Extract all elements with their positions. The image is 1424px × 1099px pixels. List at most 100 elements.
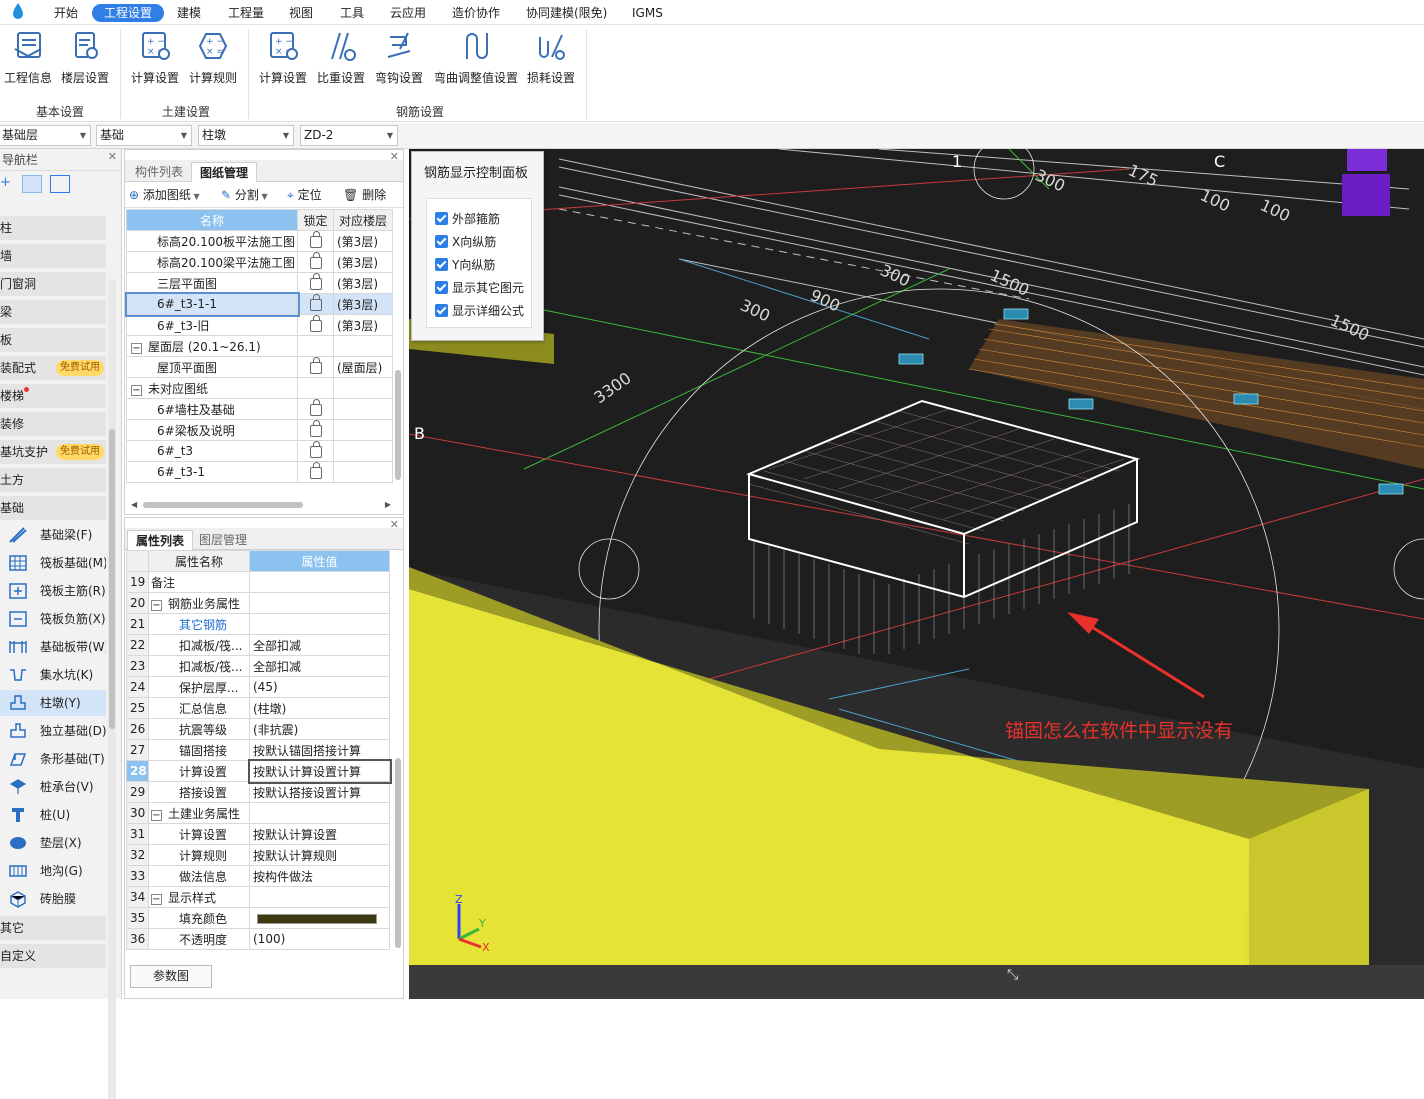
table-row[interactable]: 25汇总信息(柱墩) [127,698,390,719]
table-row[interactable]: 6#_t3-1-1(第3层) [127,294,393,315]
nav-item-foundation-strip[interactable]: 基础板带(W) [0,634,106,660]
table-row[interactable]: 32计算规则按默认计算规则 [127,845,390,866]
table-row[interactable]: 35填充颜色 [127,908,390,929]
nav-cat-beam[interactable]: 梁 [0,300,106,324]
table-row[interactable]: 6#_t3 [127,441,393,462]
lock-cell[interactable] [298,441,334,462]
table-row[interactable]: 34−显示样式 [127,887,390,908]
component-selector[interactable]: ZD-2▼ [300,125,398,146]
locate-button[interactable]: ⌖ 定位 [287,186,322,203]
rebar-calc-settings-button[interactable]: + −× = 计算设置 [256,29,310,89]
collapse-toggle-icon[interactable]: − [151,600,162,611]
checkbox-x-rebar[interactable]: X向纵筋 [435,232,496,252]
hook-settings-button[interactable]: 弯钩设置 [372,29,426,89]
collapse-toggle-icon[interactable]: − [151,810,162,821]
tab-property-list[interactable]: 属性列表 [127,530,193,550]
property-value-cell[interactable]: (非抗震) [250,719,390,740]
tab-layer-management[interactable]: 图层管理 [191,530,255,550]
table-row[interactable]: 6#墙柱及基础 [127,399,393,420]
property-value-cell[interactable]: 按默认锚固搭接计算 [250,740,390,761]
column-header-property-value[interactable]: 属性值 [250,551,390,572]
detail-view-icon[interactable] [50,175,70,193]
nav-item-raft-foundation[interactable]: 筏板基础(M) [0,550,106,576]
rebar-density-settings-button[interactable]: 比重设置 [314,29,368,89]
table-row[interactable]: 6#_t3-旧(第3层) [127,315,393,336]
table-row[interactable]: 23扣减板/筏...全部扣减 [127,656,390,677]
lock-cell[interactable] [298,462,334,483]
checkbox-show-formula[interactable]: 显示详细公式 [435,301,524,321]
project-info-button[interactable]: 工程信息 [2,29,54,89]
property-value-cell[interactable]: 全部扣减 [250,635,390,656]
table-row[interactable]: 6#_t3-1 [127,462,393,483]
menu-cloud[interactable]: 云应用 [386,4,430,22]
table-row[interactable]: 19备注 [127,572,390,593]
collapse-icon[interactable]: ⤡ [1007,967,1018,983]
table-row[interactable]: 33做法信息按构件做法 [127,866,390,887]
list-view-icon[interactable] [22,175,42,193]
menu-view[interactable]: 视图 [285,4,317,22]
checkbox-outer-stirrup[interactable]: 外部箍筋 [435,209,500,229]
parameter-diagram-button[interactable]: 参数图 [130,965,212,988]
menu-tools[interactable]: 工具 [336,4,368,22]
3d-viewport[interactable]: 300 900 300 1500 1500 3300 175 100 100 3… [409,149,1424,965]
property-value-cell[interactable]: 按构件做法 [250,866,390,887]
fill-color-swatch[interactable] [257,914,377,924]
nav-scrollbar[interactable] [108,279,116,1099]
bend-adjust-settings-button[interactable]: 弯曲调整值设置 [430,29,522,89]
property-value-cell[interactable]: 按默认计算设置 [250,824,390,845]
property-value-cell[interactable]: (柱墩) [250,698,390,719]
lock-cell[interactable] [298,231,334,252]
nav-cat-slab[interactable]: 板 [0,328,106,352]
nav-item-foundation-beam[interactable]: 基础梁(F) [0,522,106,548]
lock-cell[interactable] [298,336,334,357]
menu-start[interactable]: 开始 [50,4,82,22]
lock-cell[interactable] [298,315,334,336]
property-value-cell[interactable]: (45) [250,677,390,698]
collapse-toggle-icon[interactable]: − [131,385,142,396]
category-selector[interactable]: 基础▼ [96,125,192,146]
menu-project-settings[interactable]: 工程设置 [92,4,164,22]
nav-item-cushion[interactable]: 垫层(X) [0,830,106,856]
nav-item-pile[interactable]: 桩(U) [0,802,106,828]
nav-item-brick-mold[interactable]: 砖胎膜 [0,886,106,912]
split-button[interactable]: ✎ 分割 ▼ [221,186,268,203]
collapse-toggle-icon[interactable]: − [131,343,142,354]
checkbox-show-other-elements[interactable]: 显示其它图元 [435,278,524,298]
nav-item-pile-cap[interactable]: 桩承台(V) [0,774,106,800]
column-header-name[interactable]: 名称 [127,210,298,231]
civil-calc-rules-button[interactable]: + −× = 计算规则 [186,29,240,89]
nav-cat-opening[interactable]: 门窗洞 [0,272,106,296]
table-row[interactable]: 22扣减板/筏...全部扣减 [127,635,390,656]
checkbox-y-rebar[interactable]: Y向纵筋 [435,255,495,275]
table-row[interactable]: 6#梁板及说明 [127,420,393,441]
table-row[interactable]: 三层平面图(第3层) [127,273,393,294]
nav-item-isolated-foundation[interactable]: 独立基础(D) [0,718,106,744]
civil-calc-settings-button[interactable]: + −× = 计算设置 [128,29,182,89]
column-header-property-name[interactable]: 属性名称 [149,551,250,572]
table-row[interactable]: 屋顶平面图(屋面层) [127,357,393,378]
lock-cell[interactable] [298,399,334,420]
delete-button[interactable]: 🗑 删除 [343,186,386,203]
lock-cell[interactable] [298,420,334,441]
property-value-cell[interactable] [250,614,390,635]
nav-cat-decoration[interactable]: 装修 [0,412,106,436]
menu-collab-modeling[interactable]: 协同建模(限免) [522,4,611,22]
vertical-scrollbar[interactable] [395,758,401,948]
nav-cat-column[interactable]: 柱 [0,216,106,240]
table-row[interactable]: −未对应图纸 [127,378,393,399]
property-value-cell[interactable] [250,908,390,929]
property-value-cell[interactable]: 按默认计算规则 [250,845,390,866]
property-value-cell[interactable] [250,593,390,614]
nav-cat-wall[interactable]: 墙 [0,244,106,268]
nav-item-sump-pit[interactable]: 集水坑(K) [0,662,106,688]
menu-cost-collab[interactable]: 造价协作 [448,4,504,22]
nav-cat-foundation[interactable]: 基础 [0,496,106,520]
tab-drawing-management[interactable]: 图纸管理 [191,162,257,182]
property-value-cell[interactable]: 按默认搭接设置计算 [250,782,390,803]
property-value-cell[interactable]: 全部扣减 [250,656,390,677]
table-row[interactable]: 21其它钢筋 [127,614,390,635]
lock-cell[interactable] [298,294,334,315]
menu-modeling[interactable]: 建模 [173,4,205,22]
table-row[interactable]: 20−钢筋业务属性 [127,593,390,614]
nav-item-strip-foundation[interactable]: 条形基础(T) [0,746,106,772]
